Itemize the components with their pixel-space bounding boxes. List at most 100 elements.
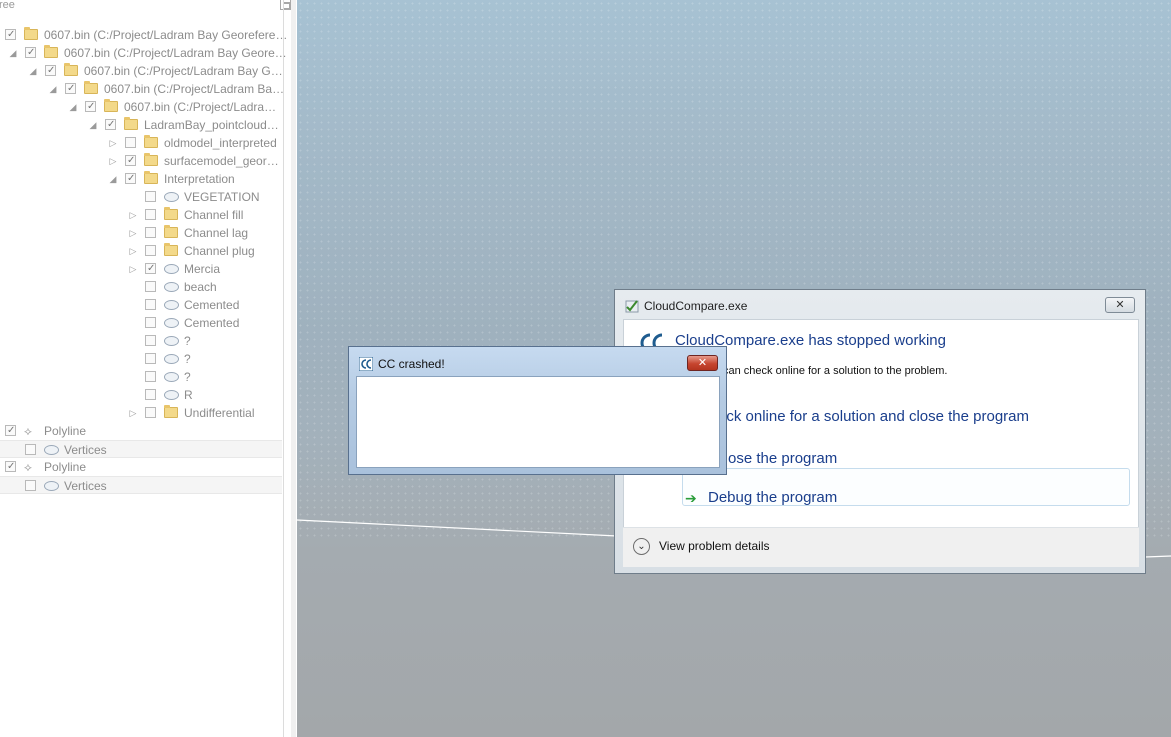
- tree-panel-title: ree: [0, 0, 15, 11]
- tree-item[interactable]: ▷Mercia: [0, 260, 282, 278]
- tree-item-label: Cemented: [184, 296, 239, 314]
- db-tree-panel: ree 0607.bin (C:/Project/Ladram Bay Geor…: [0, 0, 296, 737]
- folder-icon: [24, 29, 38, 40]
- tree-item-label: 0607.bin (C:/Project/Ladram Bay Georefer…: [44, 26, 287, 44]
- visibility-checkbox[interactable]: [145, 317, 156, 328]
- visibility-checkbox[interactable]: [125, 137, 136, 148]
- visibility-checkbox[interactable]: [145, 191, 156, 202]
- visibility-checkbox[interactable]: [145, 335, 156, 346]
- view-problem-details-link[interactable]: View problem details: [659, 539, 770, 553]
- visibility-checkbox[interactable]: [5, 29, 16, 40]
- close-button[interactable]: ✕: [1105, 297, 1135, 313]
- splitter-handle[interactable]: [291, 0, 296, 737]
- folder-icon: [144, 155, 158, 166]
- tree-item[interactable]: beach: [0, 278, 282, 296]
- tree-item[interactable]: ◢0607.bin (C:/Project/Ladram Bay Geore…: [0, 44, 282, 62]
- cloudcompare-app-icon: [625, 299, 639, 313]
- tree-item-label: Polyline: [44, 458, 86, 476]
- folder-icon: [104, 101, 118, 112]
- visibility-checkbox[interactable]: [85, 101, 96, 112]
- check-online-option[interactable]: eck online for a solution and close the …: [718, 408, 1029, 425]
- visibility-checkbox[interactable]: [105, 119, 116, 130]
- visibility-checkbox[interactable]: [145, 353, 156, 364]
- collapse-arrow-icon[interactable]: ◢: [68, 98, 78, 116]
- visibility-checkbox[interactable]: [125, 173, 136, 184]
- tree-item[interactable]: ◢ Interpretation: [0, 170, 282, 188]
- visibility-checkbox[interactable]: [145, 371, 156, 382]
- visibility-checkbox[interactable]: [25, 444, 36, 455]
- visibility-checkbox[interactable]: [145, 389, 156, 400]
- visibility-checkbox[interactable]: [5, 425, 16, 436]
- collapse-arrow-icon[interactable]: ◢: [108, 170, 118, 188]
- collapse-arrow-icon[interactable]: ◢: [28, 62, 38, 80]
- cc-app-icon: [359, 357, 373, 371]
- expand-arrow-icon[interactable]: ▷: [108, 134, 118, 152]
- tree-item-label: Interpretation: [164, 170, 235, 188]
- visibility-checkbox[interactable]: [145, 299, 156, 310]
- tree-item[interactable]: 0607.bin (C:/Project/Ladram Bay Georefer…: [0, 26, 282, 44]
- tree-item[interactable]: ◢ 0607.bin (C:/Project/Ladram Ba…: [0, 80, 282, 98]
- tree-item[interactable]: R: [0, 386, 282, 404]
- polyline-right: [1145, 556, 1171, 557]
- cloud-icon: [164, 372, 179, 382]
- visibility-checkbox[interactable]: [145, 227, 156, 238]
- expand-arrow-icon[interactable]: ▷: [108, 152, 118, 170]
- folder-icon: [164, 407, 178, 418]
- folder-icon: [164, 245, 178, 256]
- collapse-arrow-icon[interactable]: ◢: [88, 116, 98, 134]
- tree-item[interactable]: VEGETATION: [0, 188, 282, 206]
- tree-item[interactable]: ⟡Polyline: [0, 458, 282, 476]
- dialog-title: CloudCompare.exe: [644, 299, 747, 313]
- tree-item[interactable]: Vertices: [0, 440, 282, 458]
- tree-item[interactable]: ◢0607.bin (C:/Project/Ladram Bay G…: [0, 62, 282, 80]
- tree-item[interactable]: ?: [0, 368, 282, 386]
- cloud-icon: [164, 282, 179, 292]
- cloud-icon: [164, 192, 179, 202]
- visibility-checkbox[interactable]: [145, 263, 156, 274]
- tree-item[interactable]: ▷Channel lag: [0, 224, 282, 242]
- expand-arrow-icon[interactable]: ▷: [128, 404, 138, 422]
- tree-item-label: R: [184, 386, 193, 404]
- visibility-checkbox[interactable]: [5, 461, 16, 472]
- green-arrow-icon: ➔: [685, 490, 697, 507]
- visibility-checkbox[interactable]: [145, 209, 156, 220]
- tree-item[interactable]: ▷Channel plug: [0, 242, 282, 260]
- tree-item-label: 0607.bin (C:/Project/Ladram Ba…: [104, 80, 284, 98]
- tree-item[interactable]: ▷oldmodel_interpreted: [0, 134, 282, 152]
- visibility-checkbox[interactable]: [45, 65, 56, 76]
- expand-arrow-icon[interactable]: ▷: [128, 206, 138, 224]
- visibility-checkbox[interactable]: [145, 281, 156, 292]
- tree-item[interactable]: ◢ LadramBay_pointcloud…: [0, 116, 282, 134]
- collapse-arrow-icon[interactable]: ◢: [48, 80, 58, 98]
- tree-item[interactable]: ?: [0, 350, 282, 368]
- close-program-option[interactable]: ose the program: [728, 450, 837, 467]
- folder-icon: [164, 209, 178, 220]
- expand-arrow-icon[interactable]: ▷: [128, 224, 138, 242]
- folder-icon: [144, 173, 158, 184]
- tree-item[interactable]: ▷Channel fill: [0, 206, 282, 224]
- tree-item[interactable]: ▷Undifferential: [0, 404, 282, 422]
- visibility-checkbox[interactable]: [145, 245, 156, 256]
- visibility-checkbox[interactable]: [65, 83, 76, 94]
- visibility-checkbox[interactable]: [125, 155, 136, 166]
- visibility-checkbox[interactable]: [25, 47, 36, 58]
- tree-item-label: LadramBay_pointcloud…: [144, 116, 279, 134]
- expand-arrow-icon[interactable]: ▷: [128, 242, 138, 260]
- tree-item[interactable]: ▷surfacemodel_geor…: [0, 152, 282, 170]
- tree-item[interactable]: Vertices: [0, 476, 282, 494]
- expand-chevron-icon[interactable]: ⌄: [633, 538, 650, 555]
- tree-item[interactable]: ◢0607.bin (C:/Project/Ladra…: [0, 98, 282, 116]
- expand-arrow-icon[interactable]: ▷: [128, 260, 138, 278]
- collapse-arrow-icon[interactable]: ◢: [8, 44, 18, 62]
- visibility-checkbox[interactable]: [145, 407, 156, 418]
- cc-close-button[interactable]: ✕: [687, 355, 718, 371]
- tree-item[interactable]: Cemented: [0, 314, 282, 332]
- cc-dialog-body: [356, 376, 720, 468]
- tree-item[interactable]: ?: [0, 332, 282, 350]
- cloud-icon: [164, 264, 179, 274]
- tree-item[interactable]: Cemented: [0, 296, 282, 314]
- debug-program-option[interactable]: Debug the program: [708, 489, 837, 506]
- undock-icon[interactable]: [280, 0, 291, 10]
- tree-item[interactable]: ⟡Polyline: [0, 422, 282, 440]
- visibility-checkbox[interactable]: [25, 480, 36, 491]
